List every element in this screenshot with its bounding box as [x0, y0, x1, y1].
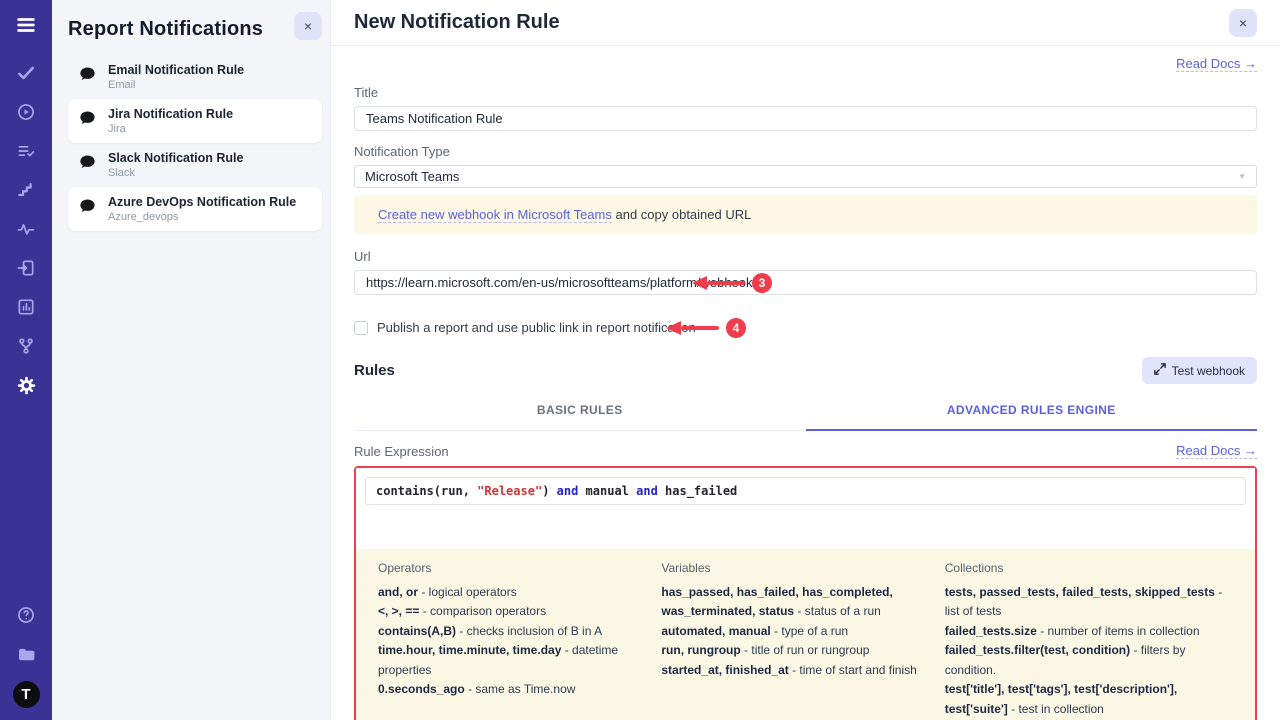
- help-row: 0.seconds_ago - same as Time.now: [378, 680, 635, 699]
- rule-expression-row: Rule Expression Read Docs →: [354, 443, 1257, 459]
- chat-bubble-icon: [78, 65, 97, 89]
- tab-basic-rules[interactable]: BASIC RULES: [354, 392, 806, 430]
- help-column-header: Collections: [945, 561, 1233, 575]
- help-column-header: Variables: [661, 561, 918, 575]
- help-row: failed_tests.size - number of items in c…: [945, 622, 1233, 641]
- rules-tabs: BASIC RULES ADVANCED RULES ENGINE: [354, 392, 1257, 431]
- help-row: <, >, == - comparison operators: [378, 602, 635, 621]
- list-item-azure-devops-rule[interactable]: Azure DevOps Notification Rule Azure_devo…: [68, 187, 322, 231]
- rule-title: Jira Notification Rule: [108, 107, 233, 121]
- notification-type-value: Microsoft Teams: [365, 169, 459, 184]
- rule-title: Azure DevOps Notification Rule: [108, 195, 296, 209]
- help-icon[interactable]: [14, 603, 38, 627]
- title-input[interactable]: [354, 106, 1257, 131]
- webhook-info-text: and copy obtained URL: [612, 207, 751, 222]
- annotation-box-5: contains(run, "Release") and manual and …: [354, 466, 1257, 720]
- rules-header-row: Rules Test webhook: [354, 357, 1257, 384]
- url-field-wrap: 3: [354, 270, 1257, 295]
- dialog-header: New Notification Rule ×: [331, 0, 1280, 46]
- test-webhook-icon: [1154, 363, 1166, 378]
- activity-icon[interactable]: [14, 217, 38, 241]
- rule-subtitle: Jira: [108, 123, 233, 135]
- list-item-jira-rule[interactable]: Jira Notification Rule Jira: [68, 99, 322, 143]
- expression-help-panel: Operators and, or - logical operators <,…: [356, 549, 1255, 720]
- panel-close-button[interactable]: ×: [294, 12, 322, 40]
- rule-expression-label: Rule Expression: [354, 444, 449, 459]
- help-row: failed_tests.filter(test, condition) - f…: [945, 641, 1233, 680]
- list-item-slack-rule[interactable]: Slack Notification Rule Slack: [68, 143, 322, 187]
- rule-subtitle: Slack: [108, 167, 243, 179]
- chat-bubble-icon: [78, 197, 97, 221]
- publish-checkbox[interactable]: [354, 321, 368, 335]
- help-row: tests, passed_tests, failed_tests, skipp…: [945, 583, 1233, 622]
- help-row: and, or - logical operators: [378, 583, 635, 602]
- main-content: New Notification Rule × Read Docs → Titl…: [331, 0, 1280, 720]
- annotation-badge-4: 4: [726, 318, 746, 338]
- help-row: run, rungroup - title of run or rungroup: [661, 641, 918, 660]
- title-label: Title: [354, 85, 1257, 100]
- url-label: Url: [354, 249, 1257, 264]
- list-check-icon[interactable]: [14, 139, 38, 163]
- read-docs-link[interactable]: Read Docs →: [1176, 443, 1257, 459]
- help-row: has_passed, has_failed, has_completed, w…: [661, 583, 918, 622]
- list-item-email-rule[interactable]: Email Notification Rule Email: [68, 55, 322, 99]
- import-icon[interactable]: [14, 256, 38, 280]
- url-input[interactable]: [354, 270, 1257, 295]
- panel-title: Report Notifications: [68, 12, 263, 41]
- help-row: test['title'], test['tags'], test['descr…: [945, 680, 1233, 719]
- rule-expression-code[interactable]: contains(run, "Release") and manual and …: [365, 477, 1246, 505]
- check-icon[interactable]: [14, 61, 38, 85]
- form-body: Read Docs → Title Notification Type Micr…: [331, 46, 1280, 720]
- gear-icon[interactable]: [14, 373, 38, 397]
- chevron-down-icon: ▼: [1238, 172, 1246, 181]
- notification-type-select[interactable]: Microsoft Teams ▼: [354, 165, 1257, 188]
- help-operators-column: Operators and, or - logical operators <,…: [378, 561, 635, 720]
- icon-rail: T: [0, 0, 52, 720]
- rule-subtitle: Azure_devops: [108, 211, 296, 223]
- rule-expression-editor: contains(run, "Release") and manual and …: [356, 468, 1255, 549]
- notification-rule-list: Email Notification Rule Email Jira Notifi…: [68, 55, 322, 231]
- rule-title: Slack Notification Rule: [108, 151, 243, 165]
- steps-icon[interactable]: [14, 178, 38, 202]
- chart-icon[interactable]: [14, 295, 38, 319]
- help-row: started_at, finished_at - time of start …: [661, 661, 918, 680]
- tab-advanced-rules-engine[interactable]: ADVANCED RULES ENGINE: [806, 392, 1258, 431]
- webhook-info-box: Create new webhook in Microsoft Teams an…: [354, 195, 1257, 234]
- folder-icon[interactable]: [14, 642, 38, 666]
- rules-heading: Rules: [354, 362, 395, 379]
- dialog-title: New Notification Rule: [354, 11, 560, 34]
- rule-title: Email Notification Rule: [108, 63, 244, 77]
- read-docs-link[interactable]: Read Docs →: [1176, 56, 1257, 72]
- menu-icon[interactable]: [14, 13, 38, 37]
- panel-header: Report Notifications ×: [68, 12, 322, 41]
- publish-checkbox-row: Publish a report and use public link in …: [354, 320, 1257, 335]
- branch-icon[interactable]: [14, 334, 38, 358]
- help-column-header: Operators: [378, 561, 635, 575]
- chat-bubble-icon: [78, 153, 97, 177]
- play-circle-icon[interactable]: [14, 100, 38, 124]
- publish-checkbox-label: Publish a report and use public link in …: [377, 320, 696, 335]
- help-row: time.hour, time.minute, time.day - datet…: [378, 641, 635, 680]
- dialog-close-button[interactable]: ×: [1229, 9, 1257, 37]
- create-webhook-link[interactable]: Create new webhook in Microsoft Teams: [378, 207, 612, 223]
- notification-type-label: Notification Type: [354, 144, 1257, 159]
- help-row: automated, manual - type of a run: [661, 622, 918, 641]
- rule-subtitle: Email: [108, 79, 244, 91]
- notifications-panel: Report Notifications × Email Notificatio…: [52, 0, 331, 720]
- chat-bubble-icon: [78, 109, 97, 133]
- help-variables-column: Variables has_passed, has_failed, has_co…: [661, 561, 918, 720]
- avatar[interactable]: T: [13, 681, 40, 708]
- test-webhook-button[interactable]: Test webhook: [1142, 357, 1257, 384]
- test-webhook-label: Test webhook: [1172, 364, 1245, 378]
- help-collections-column: Collections tests, passed_tests, failed_…: [945, 561, 1233, 720]
- help-row: contains(A,B) - checks inclusion of B in…: [378, 622, 635, 641]
- app: T Report Notifications × Email Notificat…: [0, 0, 1280, 720]
